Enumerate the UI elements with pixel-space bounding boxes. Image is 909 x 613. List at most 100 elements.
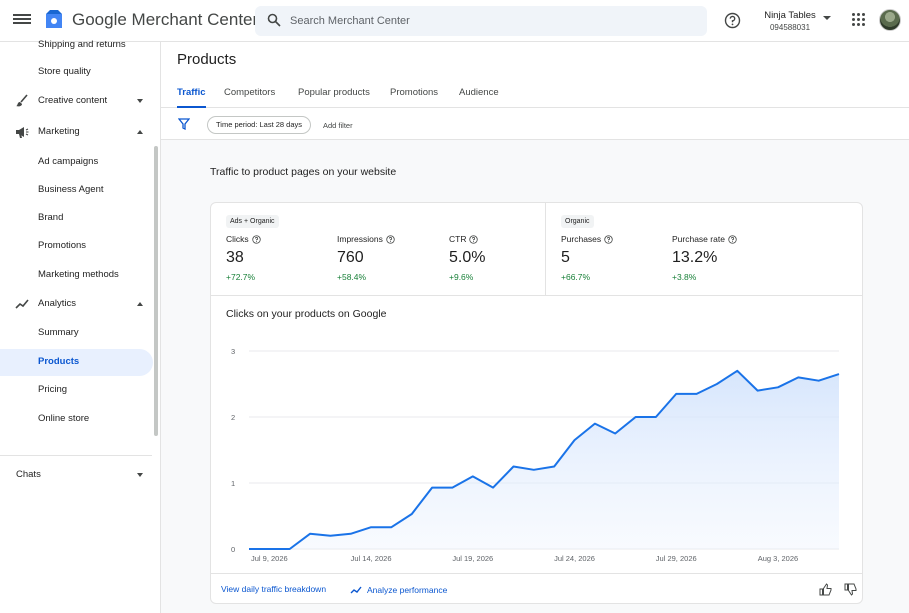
sidebar-item-creative-content[interactable]: Creative content — [0, 88, 155, 115]
sidebar-item-business-agent[interactable]: Business Agent — [0, 177, 155, 204]
metric-impressions: Impressions 760 +58.4% — [337, 234, 437, 282]
y-tick-label: 2 — [231, 413, 235, 422]
main-menu-icon[interactable] — [13, 12, 31, 30]
tab-traffic[interactable]: Traffic — [177, 87, 206, 108]
sidebar-item-promotions[interactable]: Promotions — [0, 233, 155, 260]
sidebar-item-label: Summary — [38, 327, 79, 338]
metric-value: 13.2% — [672, 249, 718, 266]
filter-bar: Time period: Last 28 days Add filter — [161, 109, 909, 140]
search-input[interactable] — [290, 10, 690, 32]
help-icon[interactable] — [251, 234, 261, 244]
megaphone-icon — [16, 127, 29, 138]
time-period-chip[interactable]: Time period: Last 28 days — [207, 116, 312, 134]
help-icon[interactable] — [386, 234, 395, 244]
metric-change: +66.7% — [561, 272, 591, 282]
traffic-card: Ads + Organic Organic Clicks 38 +72.7% I… — [210, 202, 863, 604]
metric-change: +58.4% — [337, 272, 367, 282]
help-icon[interactable] — [469, 234, 479, 244]
sidebar-item-pricing[interactable]: Pricing — [0, 377, 155, 404]
sidebar-nav: Shipping and returns Store quality Creat… — [0, 39, 161, 613]
sidebar-item-label: Shipping and returns — [38, 39, 126, 50]
app-brand: Google Merchant Center — [72, 10, 259, 29]
group-badge-ads-organic: Ads + Organic — [226, 215, 279, 228]
x-tick-label: Aug 3, 2026 — [758, 554, 798, 563]
metric-change: +72.7% — [226, 272, 256, 282]
sidebar-item-marketing[interactable]: Marketing — [0, 119, 155, 146]
search-icon — [267, 13, 281, 27]
sidebar-scrollbar[interactable] — [154, 146, 158, 436]
chart-title: Clicks on your products on Google — [226, 308, 387, 320]
sidebar-item-label: Creative content — [38, 95, 108, 106]
metric-clicks: Clicks 38 +72.7% — [226, 234, 326, 282]
sidebar-item-store-quality[interactable]: Store quality — [0, 59, 155, 86]
apps-grid-icon[interactable] — [852, 13, 866, 27]
tab-competitors[interactable]: Competitors — [224, 87, 275, 108]
sidebar-item-analytics[interactable]: Analytics — [0, 291, 155, 318]
metric-change: +3.8% — [672, 272, 697, 282]
chevron-down-icon[interactable] — [823, 16, 831, 20]
y-tick-label: 0 — [231, 545, 235, 554]
y-tick-label: 1 — [231, 479, 235, 488]
chevron-up-icon — [137, 302, 143, 306]
tab-promotions[interactable]: Promotions — [390, 87, 438, 108]
sidebar-item-summary[interactable]: Summary — [0, 320, 155, 347]
sidebar-item-label: Store quality — [38, 66, 91, 77]
sidebar-item-label: Products — [38, 356, 80, 367]
series-area — [249, 370, 839, 549]
search-bar — [255, 6, 707, 36]
avatar[interactable] — [879, 9, 901, 31]
add-filter-button[interactable]: Add filter — [323, 121, 353, 130]
metric-value: 38 — [226, 249, 244, 266]
sidebar-item-label: Chats — [16, 469, 41, 480]
page-title: Products — [177, 51, 237, 68]
account-switcher[interactable]: Ninja Tables 094588031 — [760, 10, 820, 32]
sidebar-item-chats[interactable]: Chats — [0, 462, 155, 489]
metric-purchases: Purchases 5 +66.7% — [561, 234, 661, 282]
thumbs-up-icon[interactable] — [819, 583, 832, 596]
metric-value: 760 — [337, 249, 364, 266]
filter-icon[interactable] — [178, 118, 190, 130]
x-tick-label: Jul 24, 2026 — [554, 554, 595, 563]
tab-audience[interactable]: Audience — [459, 87, 499, 108]
view-daily-breakdown-link[interactable]: View daily traffic breakdown — [221, 584, 326, 594]
sidebar-item-brand[interactable]: Brand — [0, 205, 155, 232]
sidebar-item-label: Brand — [38, 212, 64, 223]
sidebar-item-online-store[interactable]: Online store — [0, 406, 155, 433]
x-tick-label: Jul 14, 2026 — [351, 554, 392, 563]
x-tick-label: Jul 29, 2026 — [656, 554, 697, 563]
chevron-down-icon — [137, 473, 143, 477]
sidebar-item-label: Analytics — [38, 298, 77, 309]
sidebar-item-label: Promotions — [38, 240, 87, 251]
sidebar-divider — [0, 455, 152, 456]
analyze-performance-link[interactable]: Analyze performance — [350, 584, 447, 596]
link-label: Analyze performance — [367, 585, 448, 595]
y-tick-label: 3 — [231, 347, 235, 356]
link-label: View daily traffic breakdown — [221, 584, 327, 594]
sidebar-item-marketing-methods[interactable]: Marketing methods — [0, 262, 155, 289]
sidebar-item-ad-campaigns[interactable]: Ad campaigns — [0, 149, 155, 176]
metric-label: Clicks — [226, 234, 249, 244]
metric-change: +9.6% — [449, 272, 474, 282]
thumbs-down-icon[interactable] — [844, 583, 857, 596]
tab-popular-products[interactable]: Popular products — [298, 87, 370, 108]
metric-purchase-rate: Purchase rate 13.2% +3.8% — [672, 234, 772, 282]
metric-label: Impressions — [337, 234, 383, 244]
account-id: 094588031 — [769, 23, 811, 32]
metric-value: 5 — [561, 249, 570, 266]
help-icon[interactable] — [604, 234, 613, 244]
trending-up-icon — [15, 299, 29, 309]
sidebar-item-label: Online store — [38, 413, 90, 424]
brush-icon — [16, 94, 28, 107]
page-header: Products Traffic Competitors Popular pro… — [161, 42, 909, 140]
card-footer: View daily traffic breakdown Analyze per… — [211, 573, 862, 604]
help-icon[interactable] — [724, 12, 741, 29]
help-icon[interactable] — [728, 234, 737, 244]
tab-bar: Traffic Competitors Popular products Pro… — [161, 82, 909, 108]
sidebar-item-products[interactable]: Products — [0, 349, 153, 376]
sidebar-item-label: Ad campaigns — [38, 156, 99, 167]
group-badge-organic: Organic — [561, 215, 594, 228]
sidebar-item-label: Pricing — [38, 384, 68, 395]
sidebar-item-shipping-and-returns[interactable]: Shipping and returns — [0, 32, 155, 59]
metrics-row: Ads + Organic Organic Clicks 38 +72.7% I… — [211, 203, 862, 296]
x-tick-label: Jul 19, 2026 — [452, 554, 493, 563]
